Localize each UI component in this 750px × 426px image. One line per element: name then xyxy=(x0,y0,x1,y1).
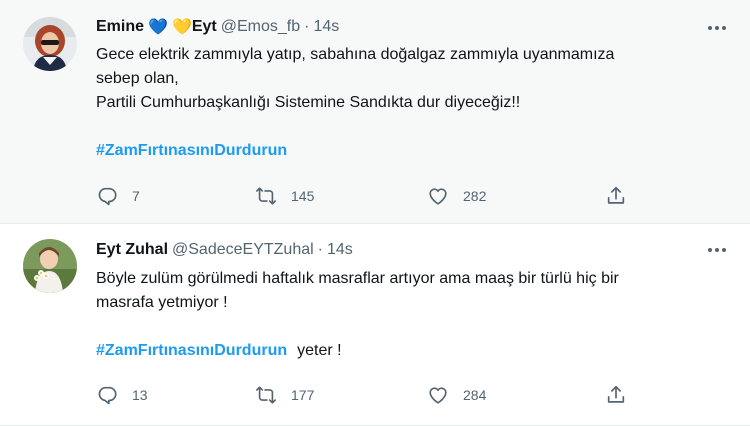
tweet-text-line: Partili Cumhurbaşkanlığı Sistemine Sandı… xyxy=(96,94,521,111)
hashtag-link[interactable]: #ZamFırtınasınıDurdurun xyxy=(96,342,287,359)
trailing-text: yeter ! xyxy=(297,342,342,359)
display-name[interactable]: Eyt Zuhal xyxy=(96,241,168,259)
separator-dot: · xyxy=(317,241,323,258)
tweet-text-line: masrafa yetmiyor ! xyxy=(96,294,228,311)
tweet-1[interactable]: Emine 💙 💛 Eyt @Emos_fb · 14s Gece elektr… xyxy=(0,0,750,224)
user-handle[interactable]: @SadeceEYTZuhal xyxy=(172,241,314,259)
heart-icon xyxy=(429,387,447,404)
separator-dot: · xyxy=(304,18,310,35)
more-options-button[interactable] xyxy=(706,240,728,260)
more-dots-icon xyxy=(708,26,726,30)
retweet-button[interactable]: 177 xyxy=(255,384,314,406)
user-handle[interactable]: @Emos_fb xyxy=(221,18,300,36)
retweet-count: 145 xyxy=(291,188,315,204)
tweet-text: Gece elektrik zammıyla yatıp, sabahına d… xyxy=(96,43,726,163)
retweet-button[interactable]: 145 xyxy=(255,185,314,207)
reply-count: 13 xyxy=(132,387,148,403)
avatar-eyt-zuhal[interactable] xyxy=(23,239,77,293)
more-dots-icon xyxy=(708,248,726,252)
share-button[interactable] xyxy=(605,185,627,207)
timestamp[interactable]: 14s xyxy=(313,18,339,36)
tweet-actions: 13 177 284 xyxy=(96,383,656,407)
tweet-text-line: sebep olan, xyxy=(96,70,179,87)
retweet-icon xyxy=(256,187,276,205)
display-name-suffix[interactable]: Eyt xyxy=(192,18,217,36)
reply-count: 7 xyxy=(132,188,140,204)
profile-photo xyxy=(23,239,77,293)
retweet-count: 177 xyxy=(291,387,315,403)
tweet-actions: 7 145 282 xyxy=(96,184,656,208)
hashtag-link[interactable]: #ZamFırtınasınıDurdurun xyxy=(96,142,287,159)
tweet-2[interactable]: Eyt Zuhal @SadeceEYTZuhal · 14s Böyle zu… xyxy=(0,225,750,426)
blue-heart-emoji: 💙 xyxy=(148,19,168,36)
tweet-header: Emine 💙 💛 Eyt @Emos_fb · 14s xyxy=(96,17,339,37)
like-button[interactable]: 282 xyxy=(427,185,486,207)
like-button[interactable]: 284 xyxy=(427,384,486,406)
like-count: 284 xyxy=(463,387,487,403)
yellow-heart-emoji: 💛 xyxy=(171,19,192,36)
more-options-button[interactable] xyxy=(706,18,728,38)
tweet-text: Böyle zulüm görülmedi haftalık masraflar… xyxy=(96,267,726,363)
reply-icon xyxy=(98,187,117,206)
avatar-emine[interactable] xyxy=(23,17,77,71)
profile-photo xyxy=(23,17,77,71)
retweet-icon xyxy=(256,386,276,404)
reply-icon xyxy=(98,386,117,405)
display-name[interactable]: Emine xyxy=(96,18,144,36)
reply-button[interactable]: 13 xyxy=(96,384,148,406)
like-count: 282 xyxy=(463,188,487,204)
tweet-text-line: Böyle zulüm görülmedi haftalık masraflar… xyxy=(96,270,619,287)
share-button[interactable] xyxy=(605,384,627,406)
tweet-header: Eyt Zuhal @SadeceEYTZuhal · 14s xyxy=(96,240,353,260)
heart-icon xyxy=(429,188,447,205)
share-icon xyxy=(607,186,625,204)
timestamp[interactable]: 14s xyxy=(327,241,353,259)
reply-button[interactable]: 7 xyxy=(96,185,140,207)
tweet-text-line: Gece elektrik zammıyla yatıp, sabahına d… xyxy=(96,46,615,63)
share-icon xyxy=(607,385,625,403)
